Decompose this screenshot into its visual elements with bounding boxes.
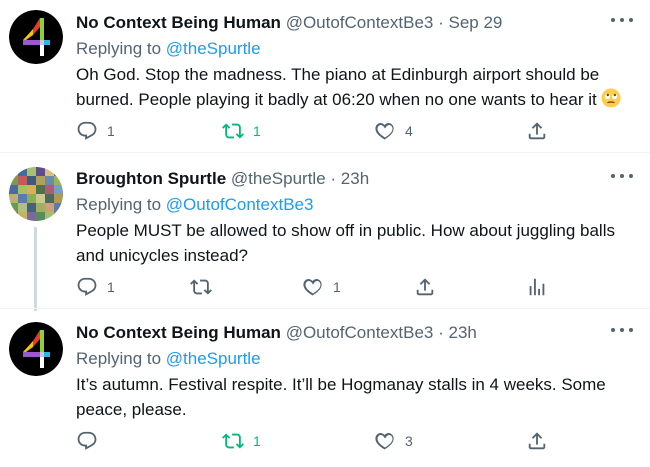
tweet[interactable]: No Context Being Human @OutofContextBe3 … [0,0,650,152]
avatar[interactable] [9,167,63,221]
mention-link[interactable]: @OutofContextBe3 [166,195,314,214]
reply-icon [76,120,98,142]
user-handle[interactable]: @OutofContextBe3 [286,13,434,32]
avatar[interactable] [9,322,63,376]
tweet[interactable]: Broughton Spurtle @theSpurtle · 23h Repl… [0,158,650,311]
retweet-icon [222,120,244,142]
more-options-icon[interactable] [611,14,633,24]
analytics-icon [526,276,548,298]
replying-to-label: Replying to [76,195,166,214]
retweet-icon [222,430,244,452]
separator: · [438,323,444,342]
share-icon [526,430,548,452]
user-handle[interactable]: @OutofContextBe3 [286,323,434,342]
divider [0,152,650,153]
channel-4-logo-icon [9,322,63,376]
replying-to-label: Replying to [76,349,166,368]
replying-to: Replying to @theSpurtle [76,38,261,60]
timestamp[interactable]: 23h [341,169,369,188]
replying-to: Replying to @OutofContextBe3 [76,194,313,216]
mention-link[interactable]: @theSpurtle [166,39,261,58]
tweet-header: No Context Being Human @OutofContextBe3 … [76,12,502,34]
retweet-button[interactable] [190,275,221,299]
retweet-count: 1 [253,433,261,449]
reply-button[interactable] [76,429,107,453]
tweet-text: Oh God. Stop the madness. The piano at E… [76,62,636,112]
tweet-actions: 1 3 [76,429,636,453]
tweet[interactable]: No Context Being Human @OutofContextBe3 … [0,314,650,467]
like-button[interactable]: 1 [302,275,341,299]
retweet-count: 1 [253,123,261,139]
tweet-actions: 1 1 [76,275,636,299]
channel-4-logo-icon [9,10,63,64]
user-handle[interactable]: @theSpurtle [231,169,326,188]
heart-icon [302,276,324,298]
reply-icon [76,430,98,452]
tweet-text-content: Oh God. Stop the madness. The piano at E… [76,65,600,109]
heart-icon [374,430,396,452]
avatar[interactable] [9,10,63,64]
share-icon [414,276,436,298]
like-button[interactable]: 4 [374,119,413,143]
reply-count: 1 [107,279,115,295]
replying-to-label: Replying to [76,39,166,58]
retweet-icon [190,276,212,298]
mention-link[interactable]: @theSpurtle [166,349,261,368]
mosaic-avatar-icon [9,167,63,221]
replying-to: Replying to @theSpurtle [76,348,261,370]
display-name[interactable]: No Context Being Human [76,13,281,32]
share-button[interactable] [526,119,548,143]
timestamp[interactable]: 23h [449,323,477,342]
tweet-text: It’s autumn. Festival respite. It’ll be … [76,372,636,422]
retweet-button[interactable]: 1 [222,429,261,453]
reply-button[interactable]: 1 [76,119,115,143]
like-button[interactable]: 3 [374,429,413,453]
reply-icon [76,276,98,298]
tweet-header: No Context Being Human @OutofContextBe3 … [76,322,477,344]
separator: · [330,169,337,188]
analytics-button[interactable] [526,275,548,299]
like-count: 4 [405,123,413,139]
tweet-text-content: It’s autumn. Festival respite. It’ll be … [76,375,606,419]
face-with-rolling-eyes-icon [601,88,621,108]
separator: · [438,13,444,32]
share-icon [526,120,548,142]
heart-icon [374,120,396,142]
timestamp[interactable]: Sep 29 [449,13,503,32]
thread-line [34,227,37,311]
more-options-icon[interactable] [611,170,633,180]
divider [0,308,650,309]
display-name[interactable]: Broughton Spurtle [76,169,226,188]
share-button[interactable] [414,275,436,299]
share-button[interactable] [526,429,548,453]
retweet-button[interactable]: 1 [222,119,261,143]
reply-button[interactable]: 1 [76,275,115,299]
like-count: 3 [405,433,413,449]
display-name[interactable]: No Context Being Human [76,323,281,342]
reply-count: 1 [107,123,115,139]
tweet-text-content: People MUST be allowed to show off in pu… [76,221,615,265]
tweet-actions: 1 1 4 [76,119,636,143]
like-count: 1 [333,279,341,295]
tweet-text: People MUST be allowed to show off in pu… [76,218,636,268]
tweet-header: Broughton Spurtle @theSpurtle · 23h [76,168,369,190]
more-options-icon[interactable] [611,324,633,334]
